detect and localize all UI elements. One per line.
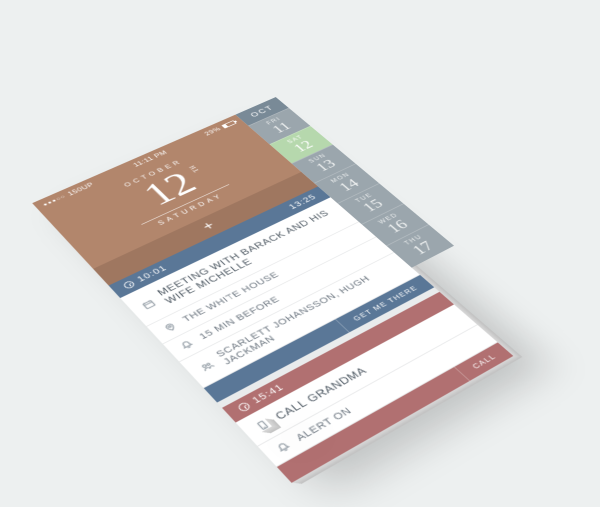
bell-icon bbox=[178, 338, 195, 351]
hero-ordinal: TH bbox=[188, 164, 201, 173]
people-icon bbox=[198, 360, 216, 373]
pin-icon bbox=[162, 321, 179, 333]
phone-icon bbox=[253, 418, 271, 432]
clock-icon bbox=[237, 401, 252, 412]
calendar-icon bbox=[140, 298, 157, 310]
clock-icon bbox=[122, 280, 136, 290]
phone-frame: ●●●○○ 150UP 11:11 PM 29% OCTOBER 12 TH S… bbox=[32, 115, 513, 483]
bell-icon bbox=[274, 440, 293, 454]
